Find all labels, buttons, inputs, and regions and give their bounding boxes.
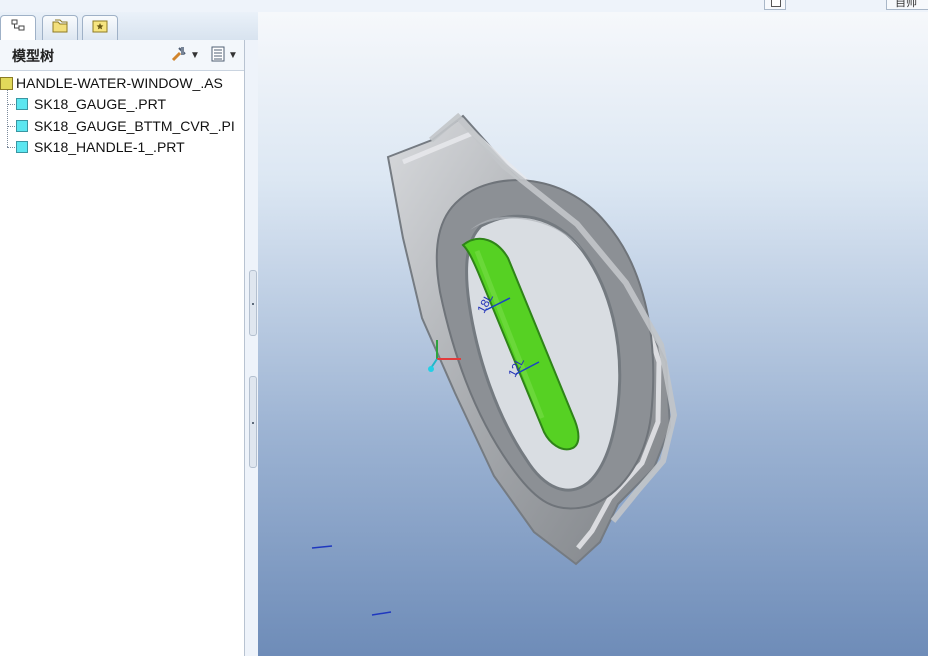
panel-title: 模型树 <box>12 48 54 64</box>
top-toolbar-button[interactable] <box>764 0 786 10</box>
grip-dot <box>252 422 254 424</box>
tree-item[interactable]: SK18_HANDLE-1_.PRT <box>16 137 185 157</box>
top-right-button[interactable]: 自帅 <box>886 0 928 10</box>
tree-connector <box>7 87 9 147</box>
tab-model-tree[interactable] <box>0 15 36 41</box>
model-tree-panel: 模型树 ▼ ▼ HANDLE-WATER-WINDOW_.AS SK18_GAU… <box>0 40 245 656</box>
blue-guide-lines <box>311 545 392 616</box>
splitter-grip[interactable] <box>249 270 257 336</box>
tree-item-label: SK18_GAUGE_BTTM_CVR_.PI <box>34 118 235 134</box>
chevron-down-icon: ▼ <box>190 49 200 61</box>
folders-icon <box>51 18 69 39</box>
chevron-down-icon: ▼ <box>228 49 238 61</box>
checkbox-icon <box>771 0 781 7</box>
tree-item-label: SK18_HANDLE-1_.PRT <box>34 139 185 155</box>
part-icon <box>16 98 28 110</box>
top-right-label: 自帅 <box>895 0 917 9</box>
tab-folder-browser[interactable] <box>42 15 78 40</box>
part-icon <box>16 120 28 132</box>
handle-model: 18L 12L <box>386 112 678 566</box>
panel-header: 模型树 ▼ ▼ <box>0 40 244 71</box>
grip-dot <box>252 303 254 305</box>
tree-item[interactable]: SK18_GAUGE_BTTM_CVR_.PI <box>16 116 235 136</box>
tab-favorites[interactable] <box>82 15 118 40</box>
model-canvas: 18L 12L <box>311 112 678 616</box>
tree-item-root[interactable]: HANDLE-WATER-WINDOW_.AS <box>0 73 223 93</box>
tree-item-label: HANDLE-WATER-WINDOW_.AS <box>16 75 223 91</box>
settings-button[interactable]: ▼ <box>170 45 200 66</box>
graphics-viewport[interactable]: 18L 12L <box>258 12 928 656</box>
tools-icon <box>170 45 188 66</box>
show-button[interactable]: ▼ <box>210 45 238 65</box>
tree-item[interactable]: SK18_GAUGE_.PRT <box>16 94 166 114</box>
star-icon <box>91 18 109 39</box>
part-icon <box>16 141 28 153</box>
tree-icon <box>10 18 26 39</box>
splitter-grip[interactable] <box>249 376 257 468</box>
assembly-icon <box>0 76 13 90</box>
tree-item-label: SK18_GAUGE_.PRT <box>34 96 167 112</box>
list-icon <box>210 46 226 65</box>
navigator-tabs <box>0 12 258 41</box>
